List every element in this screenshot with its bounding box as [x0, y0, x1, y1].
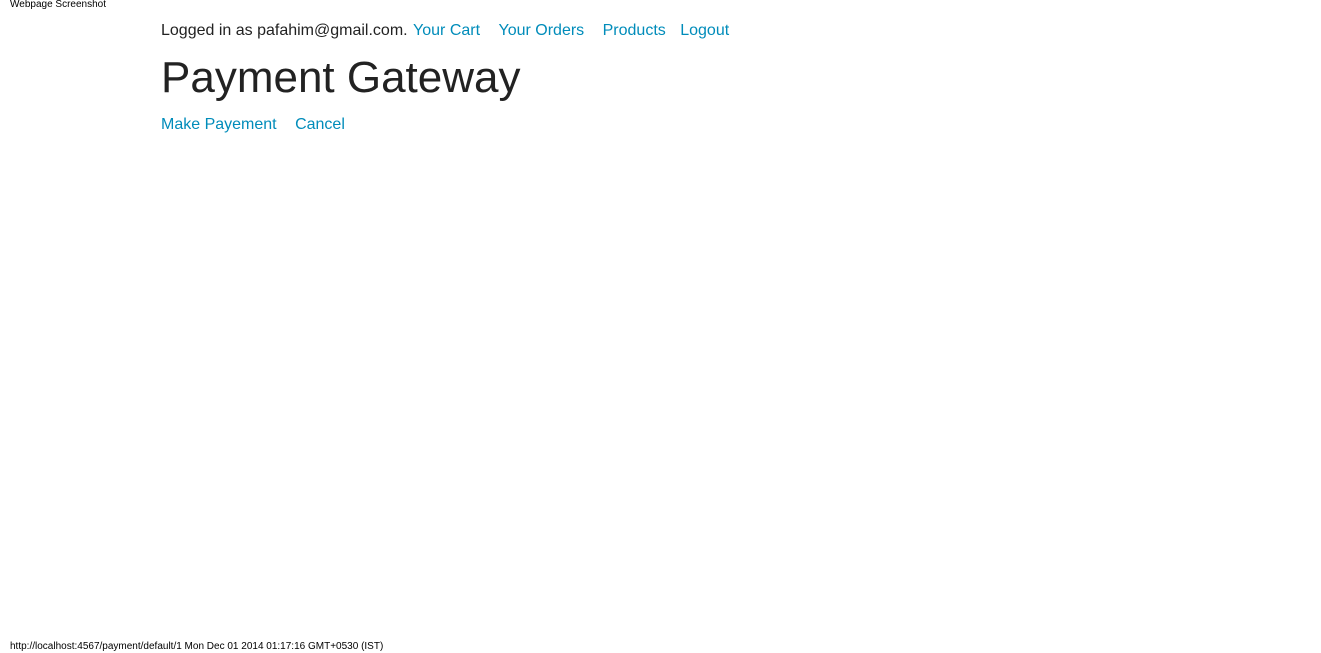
payment-actions: Make Payement Cancel: [161, 114, 729, 136]
page: Webpage Screenshot Logged in as pafahim@…: [0, 0, 1321, 653]
make-payment-link[interactable]: Make Payement: [161, 116, 277, 133]
logout-link[interactable]: Logout: [680, 22, 729, 39]
logged-in-status: Logged in as pafahim@gmail.com.: [161, 22, 408, 39]
your-cart-link[interactable]: Your Cart: [413, 22, 480, 39]
products-link[interactable]: Products: [603, 22, 666, 39]
print-footer: http://localhost:4567/payment/default/1 …: [10, 641, 384, 652]
print-header: Webpage Screenshot: [10, 0, 106, 10]
your-orders-link[interactable]: Your Orders: [499, 22, 585, 39]
cancel-link[interactable]: Cancel: [295, 116, 345, 133]
user-nav-bar: Logged in as pafahim@gmail.com. Your Car…: [161, 20, 729, 42]
main-content: Logged in as pafahim@gmail.com. Your Car…: [161, 20, 729, 136]
page-title: Payment Gateway: [161, 53, 521, 102]
